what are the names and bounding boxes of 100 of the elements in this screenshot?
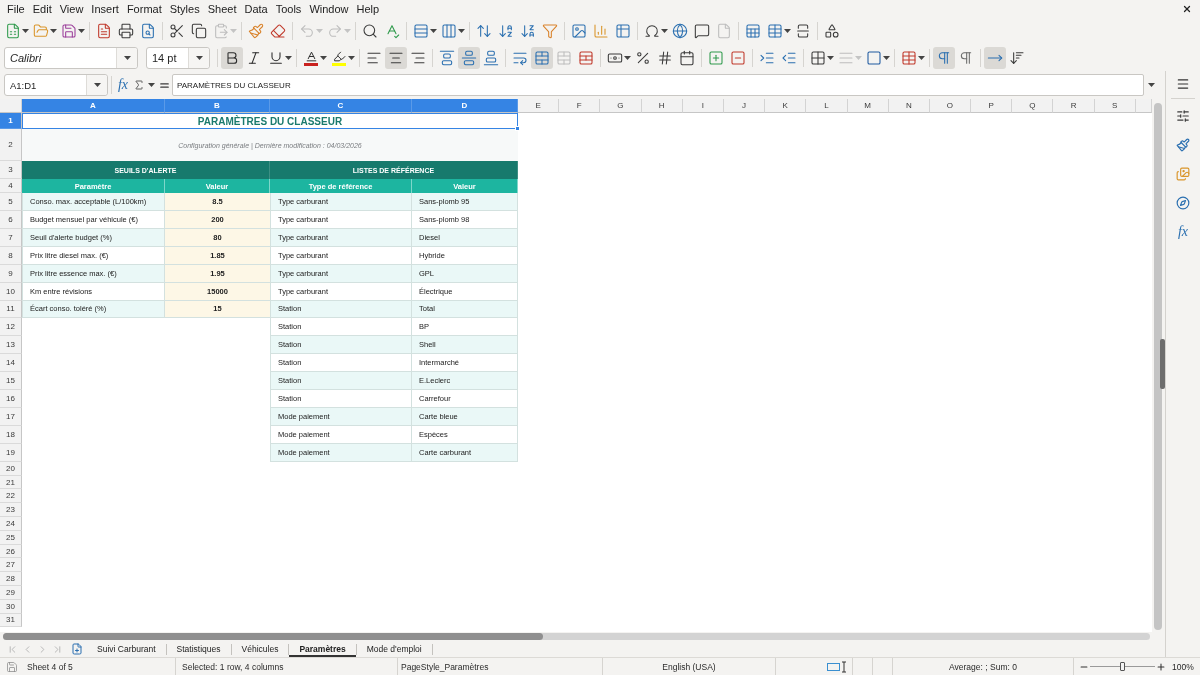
function-wizard-button[interactable]: fx bbox=[115, 75, 131, 95]
functions-button[interactable]: fx bbox=[1170, 217, 1196, 246]
table-grid-icon bbox=[767, 23, 783, 39]
sheet-tab[interactable]: Mode d'emploi bbox=[356, 641, 432, 657]
row-header[interactable]: 2 bbox=[0, 129, 22, 161]
row-header[interactable]: 23 bbox=[0, 503, 22, 517]
column-header[interactable]: B bbox=[165, 99, 270, 113]
sheet-tab[interactable]: Statistiques bbox=[166, 641, 231, 657]
merge-cells-icon bbox=[556, 49, 572, 66]
column-header[interactable]: I bbox=[682, 99, 724, 113]
row-header[interactable]: 29 bbox=[0, 586, 22, 600]
column-header[interactable]: Q bbox=[1012, 99, 1054, 113]
menu-item[interactable]: Format bbox=[122, 1, 166, 17]
row-header[interactable]: 4 bbox=[0, 179, 22, 193]
minus-square-icon bbox=[730, 49, 746, 66]
selection-mode-icon[interactable] bbox=[827, 660, 847, 673]
horizontal-scrollbar[interactable] bbox=[3, 633, 1150, 640]
row-header[interactable]: 24 bbox=[0, 517, 22, 531]
split-window-icon bbox=[795, 23, 811, 39]
menu-item[interactable]: Insert bbox=[87, 1, 123, 17]
row-header[interactable]: 1 bbox=[0, 113, 22, 129]
dropdown-button[interactable] bbox=[188, 47, 209, 68]
column-header[interactable]: K bbox=[765, 99, 807, 113]
merge-center-button[interactable] bbox=[531, 46, 553, 69]
scrollbar-thumb[interactable] bbox=[1154, 103, 1162, 630]
omega-icon bbox=[644, 23, 660, 39]
menu-item[interactable]: View bbox=[55, 1, 88, 17]
menu-item[interactable]: Sheet bbox=[203, 1, 241, 17]
menu-item[interactable]: File bbox=[3, 1, 29, 17]
bold-button[interactable] bbox=[221, 46, 243, 69]
dropdown-button[interactable] bbox=[116, 47, 137, 68]
caret-icon bbox=[148, 83, 155, 87]
column-header[interactable]: S bbox=[1094, 99, 1136, 113]
zoom-slider-thumb[interactable] bbox=[1120, 662, 1125, 671]
column-header[interactable]: M bbox=[847, 99, 889, 113]
align-center-button[interactable] bbox=[385, 46, 407, 69]
menu-item[interactable]: Tools bbox=[271, 1, 306, 17]
caret-icon bbox=[784, 29, 791, 33]
caret-icon bbox=[883, 55, 890, 60]
formula-input-field[interactable]: PARAMÈTRES DU CLASSEUR bbox=[172, 74, 1144, 96]
shapes-icon bbox=[824, 23, 840, 39]
row-header[interactable]: 12 bbox=[0, 318, 22, 337]
row-header[interactable]: 14 bbox=[0, 354, 22, 373]
column-header[interactable]: A bbox=[22, 99, 165, 113]
row-header[interactable]: 16 bbox=[0, 390, 22, 409]
row-header[interactable]: 15 bbox=[0, 372, 22, 391]
caret-icon bbox=[430, 29, 437, 33]
fill-handle[interactable] bbox=[515, 126, 520, 131]
caret-icon bbox=[344, 29, 351, 33]
sheet-tab[interactable]: Paramètres bbox=[289, 641, 356, 657]
column-header[interactable]: J bbox=[723, 99, 766, 113]
caret-icon bbox=[827, 55, 834, 60]
name-box[interactable]: A1:D1 bbox=[4, 74, 108, 96]
caret-icon bbox=[348, 55, 355, 60]
caret-icon bbox=[78, 29, 85, 33]
merge-cells-icon bbox=[534, 49, 550, 66]
menu-item[interactable]: Window bbox=[305, 1, 353, 17]
menu-item[interactable]: Data bbox=[240, 1, 272, 17]
table-grid-icon bbox=[901, 49, 917, 66]
rows-icon bbox=[413, 23, 429, 39]
column-header[interactable]: R bbox=[1053, 99, 1095, 113]
font-name-field[interactable]: Calibri bbox=[4, 46, 138, 69]
menu-item[interactable]: Styles bbox=[165, 1, 204, 17]
sheet-tab[interactable]: Suivi Carburant bbox=[87, 641, 166, 657]
sidebar-resize-handle[interactable] bbox=[1160, 339, 1165, 389]
column-header[interactable]: L bbox=[806, 99, 848, 113]
eraser-icon bbox=[270, 23, 286, 39]
center-vertically-button[interactable] bbox=[458, 46, 480, 69]
row-header[interactable]: 3 bbox=[0, 161, 22, 179]
column-header[interactable]: N bbox=[888, 99, 930, 113]
row-header[interactable]: 27 bbox=[0, 558, 22, 573]
column-header[interactable]: C bbox=[270, 99, 412, 113]
images-icon bbox=[1176, 166, 1190, 181]
row-header[interactable]: 22 bbox=[0, 489, 22, 504]
column-header[interactable]: F bbox=[559, 99, 601, 113]
row-header[interactable]: 13 bbox=[0, 336, 22, 355]
close-document-button[interactable] bbox=[1181, 3, 1193, 15]
close-icon bbox=[1182, 4, 1192, 14]
caret-icon bbox=[50, 29, 57, 33]
column-header[interactable]: G bbox=[600, 99, 642, 113]
scrollbar-thumb[interactable] bbox=[3, 633, 543, 640]
row-header[interactable]: 28 bbox=[0, 572, 22, 586]
column-header[interactable]: O bbox=[929, 99, 972, 113]
row-header[interactable]: 5 bbox=[0, 193, 22, 211]
caret-icon bbox=[316, 29, 323, 33]
row-header[interactable]: 17 bbox=[0, 408, 22, 426]
column-header[interactable]: D bbox=[412, 99, 518, 113]
dropdown-button[interactable] bbox=[86, 75, 107, 95]
column-header[interactable]: H bbox=[641, 99, 683, 113]
column-header[interactable]: E bbox=[518, 99, 560, 113]
sort-arrows-icon bbox=[476, 23, 492, 39]
menu-item[interactable]: Edit bbox=[28, 1, 56, 17]
left-to-right-button[interactable] bbox=[933, 46, 955, 69]
column-header[interactable]: P bbox=[971, 99, 1013, 113]
selection-summary: Average: ; Sum: 0 bbox=[949, 661, 1017, 672]
font-size-field[interactable]: 14 pt bbox=[146, 46, 210, 69]
chevron-last-icon bbox=[52, 643, 63, 655]
menu-item[interactable]: Help bbox=[352, 1, 384, 17]
sheet-tab[interactable]: Véhicules bbox=[231, 641, 289, 657]
chevron-first-icon bbox=[7, 643, 18, 655]
